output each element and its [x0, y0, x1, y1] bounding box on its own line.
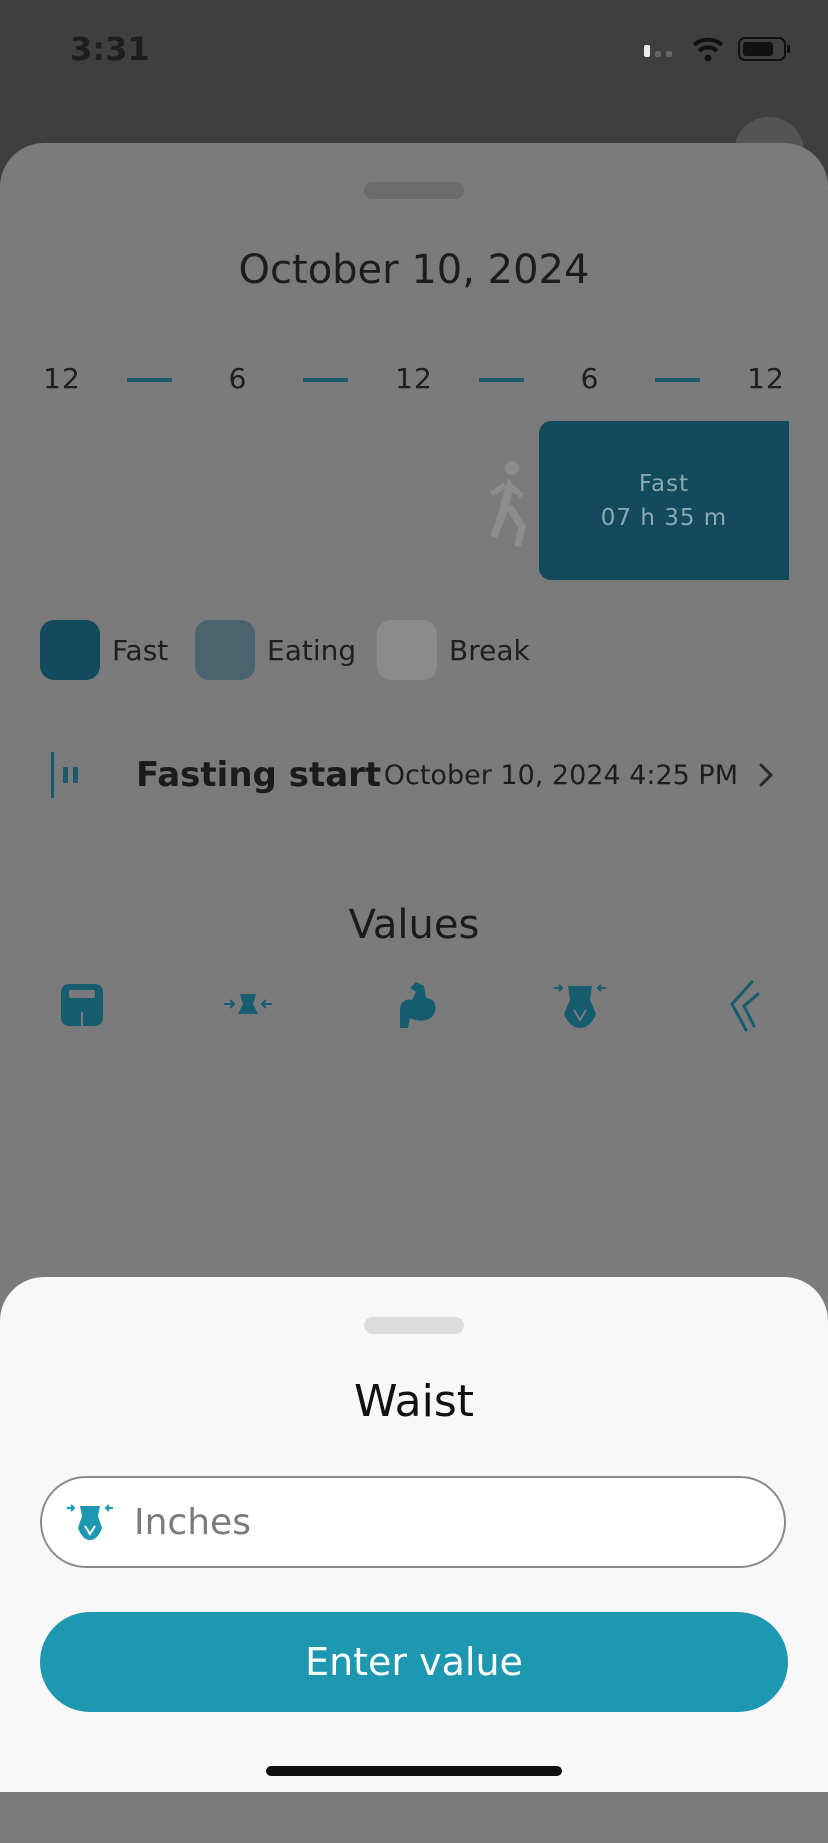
- fasting-start-value: October 10, 2024 4:25 PM: [383, 759, 738, 791]
- scale-label: 6: [580, 362, 600, 395]
- legend-item-fast: Fast: [40, 620, 168, 680]
- values-title: Values: [348, 902, 480, 948]
- fast-swatch: [40, 620, 100, 680]
- legend-label: Break: [449, 633, 530, 667]
- scale-label: 12: [395, 362, 433, 395]
- battery-icon: [738, 37, 790, 61]
- pause-icon: [51, 752, 78, 798]
- inches-input[interactable]: [132, 1500, 736, 1544]
- status-time: 3:31: [70, 30, 150, 68]
- home-indicator: [266, 1766, 562, 1776]
- fast-block-label: Fast: [638, 470, 690, 497]
- scale-label: 12: [43, 362, 81, 395]
- modal-title: Waist: [353, 1376, 475, 1427]
- biceps-icon[interactable]: [386, 980, 442, 1032]
- fast-period-block[interactable]: Fast 07 h 35 m: [539, 421, 789, 580]
- hips-icon[interactable]: [552, 980, 608, 1032]
- scale-dash: [303, 378, 348, 382]
- eating-swatch: [195, 620, 255, 680]
- fast-block-duration: 07 h 35 m: [600, 504, 728, 531]
- legend-label: Eating: [267, 633, 357, 667]
- enter-value-button[interactable]: Enter value: [40, 1612, 788, 1712]
- legend-item-break: Break: [377, 620, 530, 680]
- scale-label: 12: [747, 362, 785, 395]
- waist-icon[interactable]: [220, 980, 276, 1032]
- fasting-start-label: Fasting start: [136, 755, 382, 795]
- legend-item-eating: Eating: [195, 620, 356, 680]
- waist-icon: [67, 1504, 113, 1540]
- legend-label: Fast: [112, 633, 169, 667]
- waist-input-field[interactable]: [40, 1476, 786, 1568]
- scale-label: 6: [228, 362, 248, 395]
- sheet-handle[interactable]: [364, 182, 464, 199]
- scale-icon[interactable]: [55, 980, 111, 1032]
- fasting-start-row[interactable]: Fasting start October 10, 2024 4:25 PM: [50, 745, 780, 805]
- signal-icon: [644, 45, 672, 57]
- scale-dash: [655, 378, 700, 382]
- wifi-icon: [692, 37, 724, 62]
- knee-icon[interactable]: [718, 980, 774, 1032]
- chevron-right-icon: [759, 763, 774, 787]
- break-swatch: [377, 620, 437, 680]
- sheet-date: October 10, 2024: [238, 247, 590, 293]
- sheet-handle[interactable]: [364, 1317, 464, 1334]
- walking-person-icon: [490, 461, 526, 547]
- status-icons: [642, 34, 792, 64]
- scale-dash: [479, 378, 524, 382]
- scale-dash: [127, 378, 172, 382]
